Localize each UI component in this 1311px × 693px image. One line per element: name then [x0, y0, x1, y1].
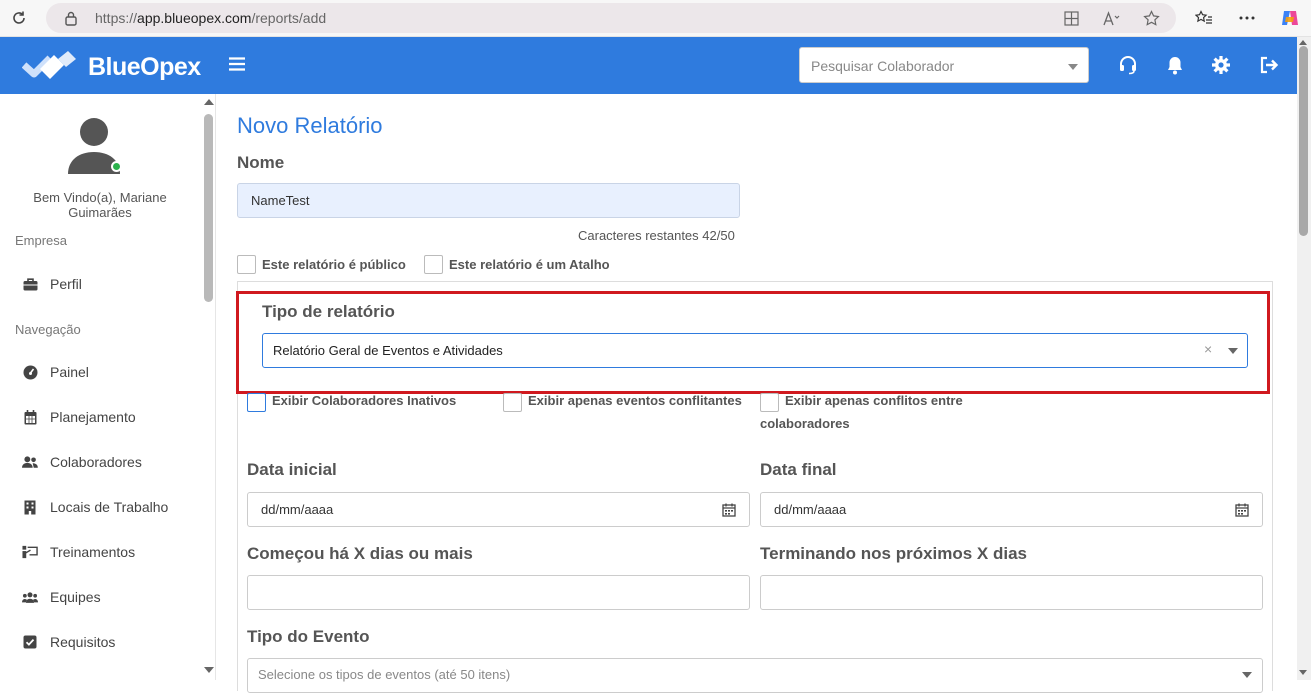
- shortcut-checkbox-row[interactable]: Este relatório é um Atalho: [424, 255, 610, 274]
- collaborator-conflicts-checkbox-row[interactable]: Exibir apenas conflitos entre: [760, 393, 963, 412]
- calendar-picker-icon[interactable]: [1235, 503, 1249, 517]
- welcome-text: Bem Vindo(a), Mariane Guimarães: [33, 190, 167, 220]
- lock-icon: [65, 11, 77, 26]
- settings-gear-icon[interactable]: [1210, 54, 1232, 76]
- users-icon: [22, 454, 38, 470]
- sidebar-scroll-up-icon[interactable]: [204, 99, 214, 105]
- sidebar-item-locais-de-trabalho[interactable]: Locais de Trabalho: [22, 495, 202, 519]
- ending-days-input[interactable]: [760, 575, 1263, 610]
- support-headset-icon[interactable]: [1117, 54, 1139, 76]
- reload-icon[interactable]: [8, 7, 30, 29]
- report-type-select[interactable]: Relatório Geral de Eventos e Atividades …: [262, 333, 1248, 368]
- report-type-label: Tipo de relatório: [262, 302, 395, 321]
- chevron-down-icon: [1068, 64, 1078, 70]
- favorite-star-icon[interactable]: [1142, 9, 1160, 27]
- search-placeholder: Pesquisar Colaborador: [811, 58, 955, 74]
- sidebar-item-perfil[interactable]: Perfil: [22, 272, 202, 296]
- end-date-input[interactable]: dd/mm/aaaa: [760, 492, 1263, 527]
- chevron-down-icon[interactable]: [1228, 348, 1238, 354]
- sidebar-item-painel[interactable]: Painel: [22, 360, 202, 384]
- sidebar-item-requisitos[interactable]: Requisitos: [22, 630, 202, 654]
- main-content: Novo Relatório Nome NameTest Caracteres …: [216, 94, 1297, 693]
- name-input-value: NameTest: [251, 193, 310, 208]
- building-icon: [22, 499, 38, 515]
- event-type-label: Tipo do Evento: [247, 627, 370, 646]
- section-navigation: Navegação: [15, 322, 81, 337]
- copilot-icon[interactable]: [1279, 7, 1301, 29]
- blueopex-logo[interactable]: BlueOpex: [21, 47, 202, 83]
- team-icon: [22, 589, 38, 605]
- more-menu-icon[interactable]: [1236, 7, 1258, 29]
- collaborator-conflicts-label-line2: colaboradores: [760, 416, 850, 431]
- logo-icon: [21, 51, 76, 79]
- menu-toggle-icon[interactable]: [229, 55, 251, 75]
- brand-name: BlueOpex: [88, 53, 201, 81]
- public-checkbox[interactable]: [237, 255, 256, 274]
- sidebar-scrollbar-thumb[interactable]: [204, 114, 213, 302]
- section-company: Empresa: [15, 233, 68, 248]
- inactive-checkbox[interactable]: [247, 393, 266, 412]
- url-text: https://app.blueopex.com/reports/add: [95, 10, 327, 26]
- report-type-value: Relatório Geral de Eventos e Atividades: [273, 343, 503, 358]
- sidebar: Bem Vindo(a), Mariane Guimarães Empresa …: [0, 94, 216, 680]
- page-title: Novo Relatório: [237, 113, 383, 138]
- calendar-icon: [22, 409, 38, 425]
- conflicts-checkbox[interactable]: [503, 393, 522, 412]
- page-scroll-up-icon[interactable]: [1299, 40, 1307, 45]
- checkbox-icon: [22, 634, 38, 650]
- start-date-input[interactable]: dd/mm/aaaa: [247, 492, 750, 527]
- training-icon: [22, 544, 38, 560]
- online-status-dot: [111, 161, 122, 172]
- name-label: Nome: [237, 153, 285, 172]
- dashboard-icon: [22, 364, 38, 380]
- sidebar-item-planejamento[interactable]: Planejamento: [22, 405, 202, 429]
- chevron-down-icon[interactable]: [1242, 672, 1252, 678]
- briefcase-icon: [22, 276, 38, 292]
- event-type-select[interactable]: Selecione os tipos de eventos (até 50 it…: [247, 658, 1263, 693]
- calendar-picker-icon[interactable]: [722, 503, 736, 517]
- page-scrollbar-thumb[interactable]: [1299, 46, 1308, 236]
- started-days-label: Começou há X dias ou mais: [247, 544, 473, 563]
- chars-remaining: Caracteres restantes 42/50: [578, 228, 735, 243]
- conflicts-checkbox-row[interactable]: Exibir apenas eventos conflitantes: [503, 393, 742, 412]
- collaborator-search-select[interactable]: Pesquisar Colaborador: [799, 47, 1089, 83]
- app-grid-icon[interactable]: [1062, 9, 1080, 27]
- name-input[interactable]: NameTest: [237, 183, 740, 218]
- started-days-input[interactable]: [247, 575, 750, 610]
- read-aloud-icon[interactable]: [1102, 9, 1120, 27]
- sidebar-scroll-down-icon[interactable]: [204, 667, 214, 673]
- notifications-bell-icon[interactable]: [1164, 54, 1186, 76]
- favorites-list-icon[interactable]: [1193, 7, 1215, 29]
- sidebar-item-equipes[interactable]: Equipes: [22, 585, 202, 609]
- clear-selection-icon[interactable]: ×: [1204, 341, 1212, 357]
- public-checkbox-row[interactable]: Este relatório é público: [237, 255, 406, 274]
- address-bar[interactable]: https://app.blueopex.com/reports/add: [46, 3, 1176, 33]
- app-header: BlueOpex Pesquisar Colaborador: [0, 37, 1297, 94]
- logout-icon[interactable]: [1258, 54, 1280, 76]
- sidebar-item-colaboradores[interactable]: Colaboradores: [22, 450, 202, 474]
- start-date-label: Data inicial: [247, 460, 337, 479]
- page-scroll-down-icon[interactable]: [1299, 670, 1307, 675]
- ending-days-label: Terminando nos próximos X dias: [760, 544, 1028, 563]
- collaborator-conflicts-checkbox[interactable]: [760, 393, 779, 412]
- sidebar-item-treinamentos[interactable]: Treinamentos: [22, 540, 202, 564]
- shortcut-checkbox[interactable]: [424, 255, 443, 274]
- end-date-label: Data final: [760, 460, 837, 479]
- browser-toolbar: https://app.blueopex.com/reports/add: [0, 0, 1311, 37]
- inactive-checkbox-row[interactable]: Exibir Colaboradores Inativos: [247, 393, 456, 412]
